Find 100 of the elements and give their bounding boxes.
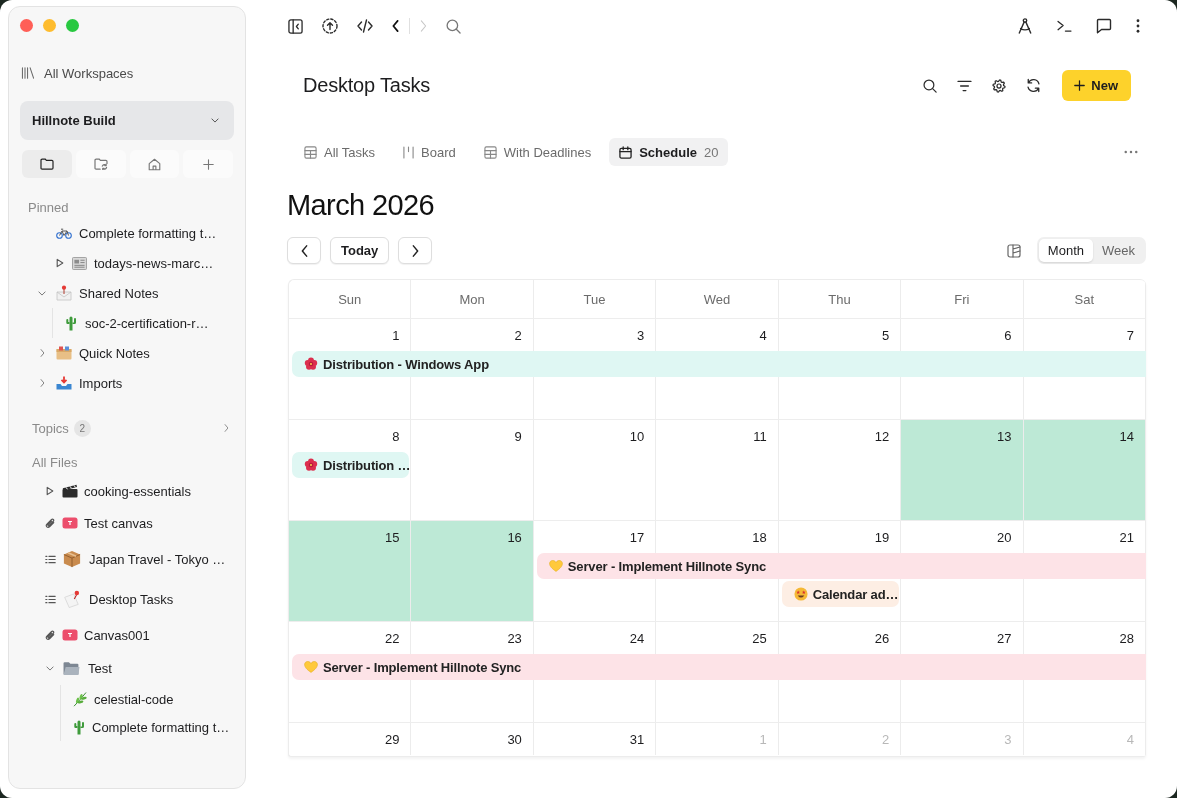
table-icon	[304, 145, 317, 159]
view-tab[interactable]	[129, 150, 180, 178]
home-icon	[147, 157, 161, 171]
next-month-button[interactable]	[398, 237, 433, 264]
chevron-right-icon[interactable]	[39, 349, 45, 357]
envelope-icon	[56, 285, 72, 301]
event-chip[interactable]: Distribution - Windows App	[292, 351, 1146, 377]
tree-item[interactable]: Complete formatting t…	[72, 719, 230, 735]
tree-item[interactable]: Test	[63, 660, 112, 676]
new-button[interactable]: New	[1062, 70, 1131, 101]
tree-item[interactable]: Japan Travel - Tokyo …	[63, 550, 226, 568]
plus-icon	[1074, 80, 1086, 91]
day-number: 30	[507, 732, 522, 748]
list-icon	[44, 594, 56, 604]
day-number: 16	[507, 530, 522, 546]
day-number: 23	[507, 631, 522, 647]
tree-item[interactable]: Canvas001	[62, 627, 150, 643]
day-number: 8	[392, 429, 400, 445]
folder-icon	[39, 158, 54, 170]
chat-icon[interactable]	[1096, 18, 1112, 34]
compass-icon[interactable]	[1017, 18, 1033, 34]
filter-icon[interactable]	[957, 79, 973, 92]
weekday-label: Sun	[289, 280, 412, 318]
close-button[interactable]	[20, 19, 33, 32]
clapper-icon	[62, 484, 78, 498]
view-tab[interactable]: With Deadlines	[473, 138, 602, 166]
play-icon	[56, 258, 64, 268]
chevron-right-icon	[411, 244, 419, 257]
chevron-right-icon[interactable]	[224, 424, 229, 432]
section-heading: All Files	[32, 455, 78, 471]
chevron-left-icon	[300, 244, 308, 257]
day-number: 18	[752, 530, 767, 546]
plus-icon	[202, 158, 214, 170]
chevron-left-icon[interactable]	[392, 20, 399, 32]
more-icon[interactable]	[1136, 19, 1140, 33]
search-icon[interactable]	[923, 78, 938, 93]
code-icon[interactable]	[357, 19, 373, 33]
library-icon	[21, 67, 35, 79]
mode-tab[interactable]: Month	[1038, 239, 1093, 262]
view-tab[interactable]: Board	[393, 138, 466, 166]
board-icon	[403, 145, 415, 159]
event-chip[interactable]: Distribution …	[292, 452, 410, 478]
day-number: 3	[1004, 732, 1012, 748]
tree-item[interactable]: cooking-essentials	[62, 483, 191, 499]
event-chip[interactable]: Server - Implement Hillnote Sync	[292, 654, 1146, 680]
day-number: 3	[637, 328, 645, 344]
ticket-icon	[62, 517, 78, 529]
tree-item[interactable]: Desktop Tasks	[63, 590, 174, 608]
day-number: 6	[1004, 328, 1012, 344]
day-number: 10	[629, 429, 645, 445]
tree-item[interactable]: celestial-code	[72, 691, 174, 707]
upload-icon[interactable]	[322, 18, 338, 34]
play-icon	[46, 486, 54, 496]
day-number: 14	[1119, 429, 1134, 445]
day-number: 17	[629, 530, 645, 546]
layout-icon[interactable]	[1006, 243, 1021, 258]
day-number: 1	[759, 732, 767, 748]
tree-item[interactable]: Imports	[56, 375, 123, 391]
event-chip[interactable]: Server - Implement Hillnote Sync	[536, 553, 1146, 579]
smiling-face-icon	[793, 587, 808, 601]
today-button[interactable]: Today	[330, 237, 390, 264]
sidebar-toggle-icon[interactable]	[288, 18, 303, 34]
view-tab[interactable]	[75, 150, 126, 178]
day-number: 13	[997, 429, 1012, 445]
folder-icon	[63, 660, 80, 676]
previous-month-button[interactable]	[287, 237, 321, 264]
tree-item[interactable]: Quick Notes	[56, 345, 150, 361]
section-heading: Topics	[32, 420, 69, 436]
day-number: 19	[874, 530, 890, 546]
tree-item[interactable]: Shared Notes	[56, 285, 159, 301]
day-number: 1	[392, 328, 400, 344]
day-number: 28	[1119, 631, 1134, 647]
settings-icon[interactable]	[992, 78, 1007, 93]
tree-item[interactable]: Test canvas	[62, 515, 153, 531]
mode-tab[interactable]: Week	[1093, 239, 1144, 262]
month-title: March 2026	[287, 188, 435, 222]
view-tab[interactable]: Schedule 20	[609, 138, 729, 166]
day-number: 27	[997, 631, 1012, 647]
tree-item[interactable]: todays-news-marc…	[72, 255, 214, 271]
chevron-down-icon[interactable]	[38, 290, 46, 296]
flower-icon	[304, 357, 318, 371]
terminal-icon[interactable]	[1057, 20, 1072, 32]
refresh-icon[interactable]	[1026, 78, 1042, 93]
day-number: 4	[759, 328, 767, 344]
day-number: 26	[874, 631, 890, 647]
day-number: 7	[1126, 328, 1134, 344]
weekday-label: Wed	[656, 280, 779, 318]
workspace-picker[interactable]: Hillnote Build	[20, 101, 234, 140]
all-workspaces-link[interactable]: All Workspaces	[21, 63, 134, 83]
tree-item[interactable]: Complete formatting t…	[56, 225, 217, 241]
ticket-icon	[62, 629, 78, 641]
chevron-down-icon[interactable]	[46, 665, 54, 671]
tree-item[interactable]: soc-2-certification-r…	[64, 315, 209, 331]
day-number: 4	[1126, 732, 1134, 748]
day-number: 24	[629, 631, 645, 647]
view-tab[interactable]: All Tasks	[294, 138, 386, 166]
chevron-right-icon[interactable]	[39, 379, 45, 387]
view-tab[interactable]	[22, 150, 72, 178]
event-chip[interactable]: Calendar ad…	[781, 581, 900, 607]
paperclip-icon	[45, 629, 55, 641]
